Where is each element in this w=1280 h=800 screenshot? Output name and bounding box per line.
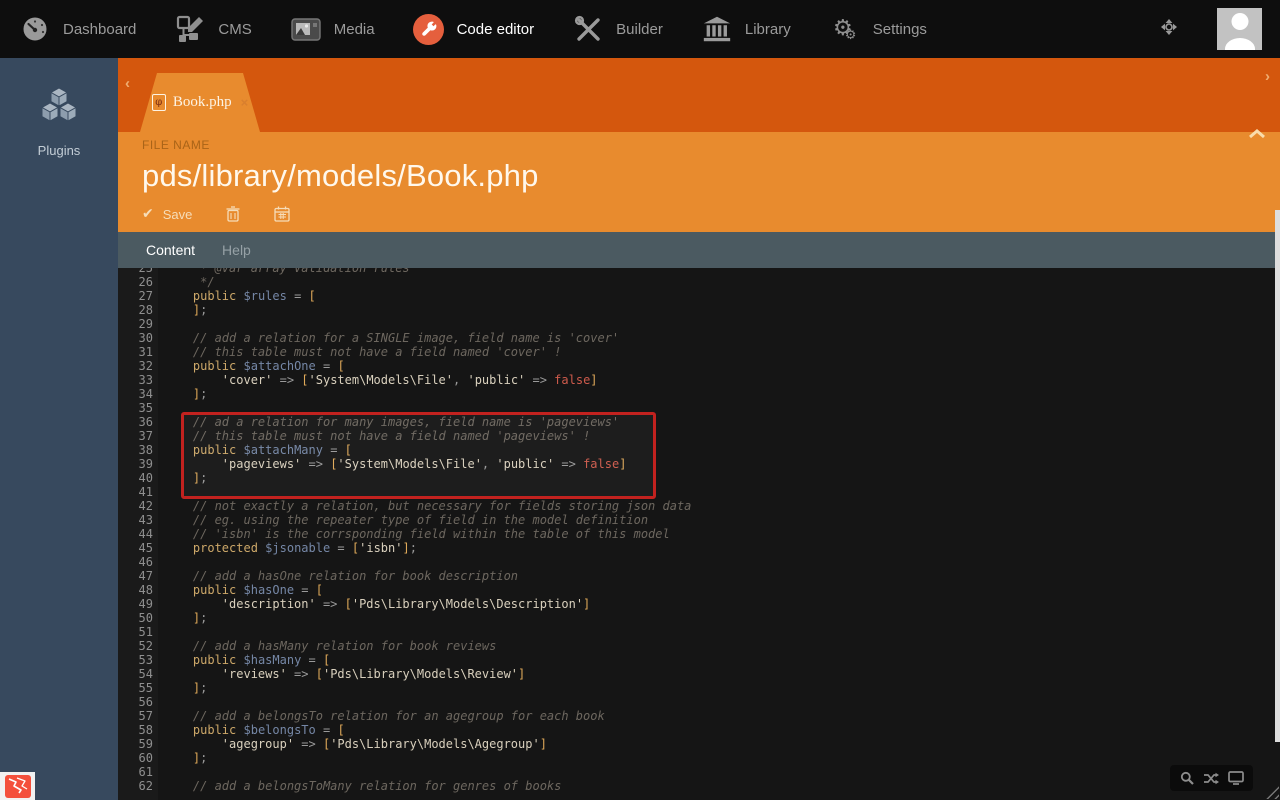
code-line: 34 ];	[118, 387, 1280, 401]
save-label: Save	[163, 207, 193, 222]
top-navbar: Dashboard CMS Media Code editor	[0, 0, 1280, 58]
file-toolbar: ✔ Save	[142, 206, 1280, 222]
nav-item-code-editor[interactable]: Code editor	[394, 0, 554, 58]
collapse-chevron-up-icon[interactable]	[1248, 126, 1266, 144]
file-path-title: pds/library/models/Book.php	[142, 158, 1280, 194]
nav-label: Library	[745, 21, 791, 38]
tab-close-icon[interactable]: ×	[241, 95, 249, 110]
tab-content[interactable]: Content	[146, 242, 195, 258]
code-line: 28 ];	[118, 303, 1280, 317]
editor-tabbar: ‹ › φ Book.php ×	[118, 58, 1280, 132]
editor-quick-actions	[1170, 765, 1253, 791]
code-line: 41	[118, 485, 1280, 499]
tab-label: Book.php	[173, 94, 232, 111]
search-icon[interactable]	[1180, 771, 1194, 785]
code-line: 29	[118, 317, 1280, 331]
fullscreen-monitor-icon[interactable]	[1228, 771, 1244, 785]
cms-sitemap-icon	[174, 13, 206, 45]
user-avatar[interactable]	[1217, 8, 1262, 50]
laravel-logo	[5, 775, 31, 798]
code-line: 50 ];	[118, 611, 1280, 625]
app-window: Dashboard CMS Media Code editor	[0, 0, 1280, 800]
code-line: 40 ];	[118, 471, 1280, 485]
left-sidebar: Plugins	[0, 58, 118, 800]
main-panel: ‹ › φ Book.php × FILE NAME pds/library/m…	[118, 58, 1280, 800]
code-line: 61	[118, 765, 1280, 779]
code-line: 39 'pageviews' => ['System\Models\File',…	[118, 457, 1280, 471]
page-scrollbar[interactable]	[1275, 210, 1280, 742]
shuffle-replace-icon[interactable]	[1203, 772, 1219, 785]
code-line: 35	[118, 401, 1280, 415]
code-line: 43 // eg. using the repeater type of fie…	[118, 513, 1280, 527]
target-crosshair-icon[interactable]	[1157, 15, 1181, 44]
code-line: 53 public $hasMany = [	[118, 653, 1280, 667]
nav-item-media[interactable]: Media	[271, 0, 394, 58]
nav-label: CMS	[218, 21, 251, 38]
library-bank-icon	[701, 13, 733, 45]
code-line: 26 */	[118, 275, 1280, 289]
tab-scroll-right-icon[interactable]: ›	[1265, 68, 1270, 85]
nav-label: Builder	[616, 21, 663, 38]
code-line: 47 // add a hasOne relation for book des…	[118, 569, 1280, 583]
navbar-right	[1157, 8, 1280, 50]
code-line: 32 public $attachOne = [	[118, 359, 1280, 373]
plugins-cubes-icon	[36, 86, 82, 133]
code-line: 30 // add a relation for a SINGLE image,…	[118, 331, 1280, 345]
tab-scroll-left-icon[interactable]: ‹	[125, 75, 130, 92]
code-line: 59 'agegroup' => ['Pds\Library\Models\Ag…	[118, 737, 1280, 751]
code-line: 48 public $hasOne = [	[118, 583, 1280, 597]
laravel-favicon-tile	[0, 772, 35, 800]
settings-gears-icon: ⚙⚙	[829, 13, 861, 45]
code-line: 27 public $rules = [	[118, 289, 1280, 303]
delete-trash-icon[interactable]	[226, 206, 240, 222]
code-line: 45 protected $jsonable = ['isbn'];	[118, 541, 1280, 555]
sidebar-item-plugins[interactable]: Plugins	[0, 58, 118, 158]
tab-help[interactable]: Help	[222, 242, 251, 258]
code-line: 44 // 'isbn' is the corrsponding field w…	[118, 527, 1280, 541]
file-header: FILE NAME pds/library/models/Book.php ✔ …	[118, 132, 1280, 232]
code-editor-wrench-icon	[413, 13, 445, 45]
nav-item-cms[interactable]: CMS	[155, 0, 270, 58]
nav-item-settings[interactable]: ⚙⚙ Settings	[810, 0, 946, 58]
code-line: 52 // add a hasMany relation for book re…	[118, 639, 1280, 653]
nav-label: Dashboard	[63, 21, 136, 38]
code-editor[interactable]: 25 * @var array Validation rules26 */27 …	[118, 268, 1280, 800]
code-lines: 25 * @var array Validation rules26 */27 …	[118, 268, 1280, 793]
nav-item-dashboard[interactable]: Dashboard	[0, 0, 155, 58]
code-line: 62 // add a belongsToMany relation for g…	[118, 779, 1280, 793]
calendar-icon[interactable]	[274, 206, 290, 222]
code-line: 31 // this table must not have a field n…	[118, 345, 1280, 359]
code-line: 57 // add a belongsTo relation for an ag…	[118, 709, 1280, 723]
code-line: 51	[118, 625, 1280, 639]
nav-label: Code editor	[457, 21, 535, 38]
php-file-icon: φ	[152, 94, 166, 111]
code-line: 55 ];	[118, 681, 1280, 695]
code-line: 49 'description' => ['Pds\Library\Models…	[118, 597, 1280, 611]
code-line: 46	[118, 555, 1280, 569]
builder-tools-icon	[572, 13, 604, 45]
content-tabstrip: Content Help	[118, 232, 1280, 268]
tab-book-php[interactable]: φ Book.php ×	[140, 73, 260, 132]
file-name-field-label: FILE NAME	[142, 138, 1280, 152]
code-line: 25 * @var array Validation rules	[118, 268, 1280, 275]
code-line: 42 // not exactly a relation, but necess…	[118, 499, 1280, 513]
nav-label: Settings	[873, 21, 927, 38]
code-line: 36 // ad a relation for many images, fie…	[118, 415, 1280, 429]
media-photo-icon	[290, 13, 322, 45]
dashboard-gauge-icon	[19, 13, 51, 45]
code-line: 56	[118, 695, 1280, 709]
code-line: 60 ];	[118, 751, 1280, 765]
code-line: 54 'reviews' => ['Pds\Library\Models\Rev…	[118, 667, 1280, 681]
check-icon: ✔	[142, 206, 154, 222]
code-line: 37 // this table must not have a field n…	[118, 429, 1280, 443]
save-button[interactable]: ✔ Save	[142, 206, 192, 222]
nav-label: Media	[334, 21, 375, 38]
sidebar-item-label: Plugins	[38, 143, 81, 158]
nav-item-library[interactable]: Library	[682, 0, 810, 58]
code-line: 58 public $belongsTo = [	[118, 723, 1280, 737]
code-line: 33 'cover' => ['System\Models\File', 'pu…	[118, 373, 1280, 387]
code-line: 38 public $attachMany = [	[118, 443, 1280, 457]
nav-item-builder[interactable]: Builder	[553, 0, 682, 58]
